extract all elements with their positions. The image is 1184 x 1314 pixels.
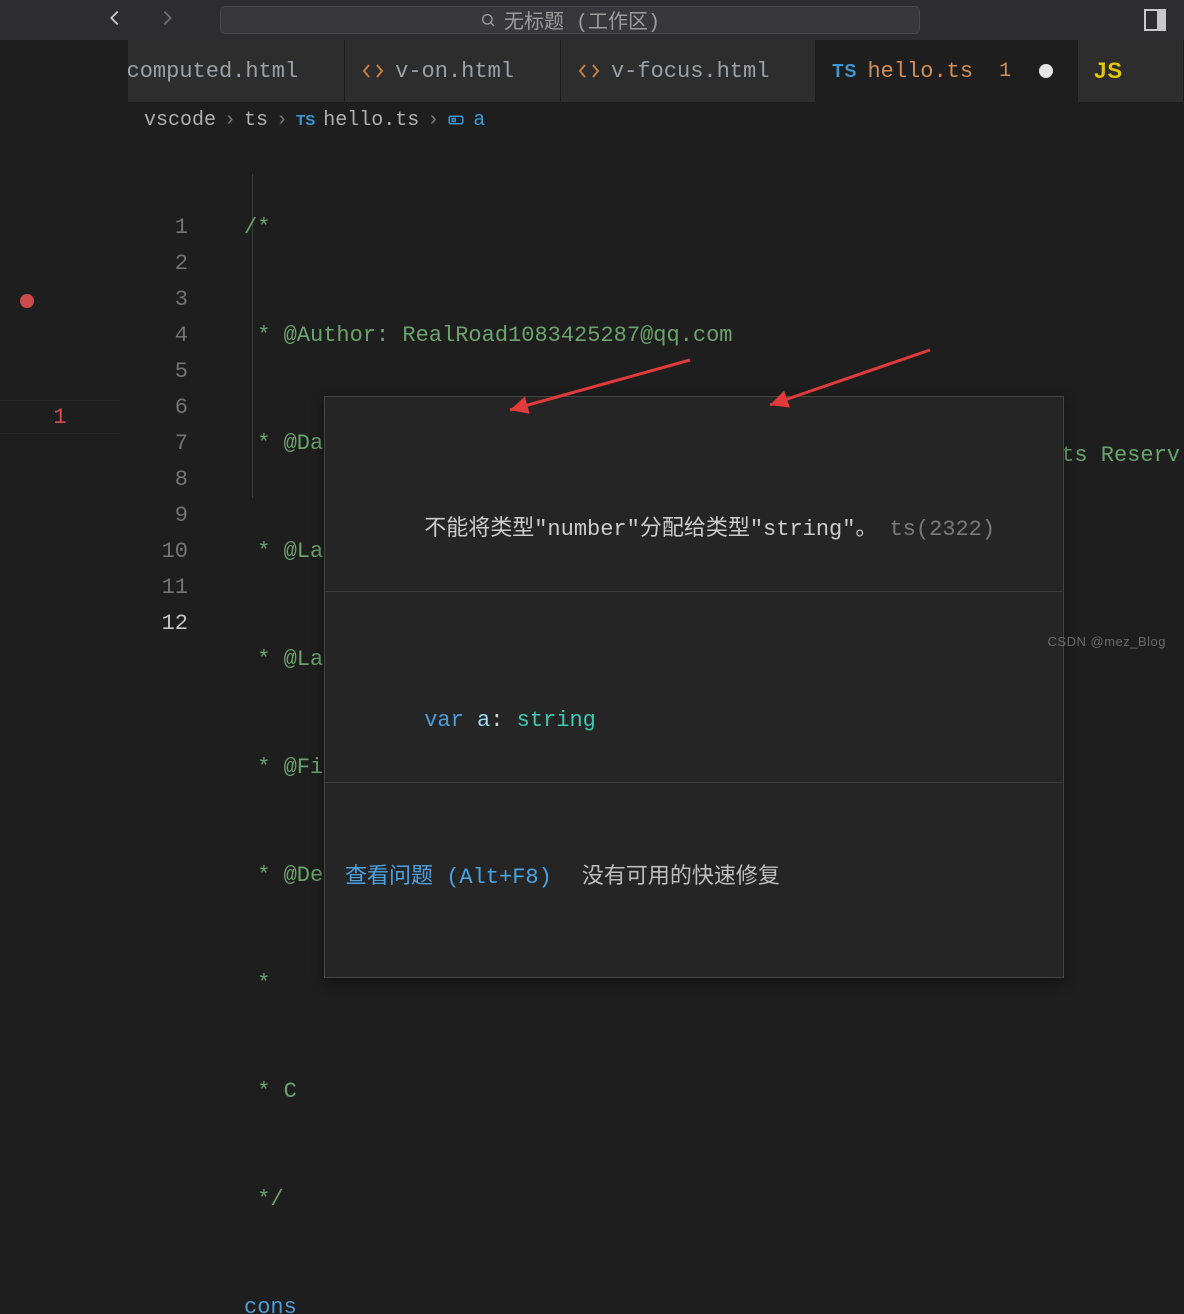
editor-tabs: ··· ue_computed.html v-on.html v-focus.h… xyxy=(0,40,1184,102)
truncated-comment-text: hts Reserv xyxy=(1048,438,1180,474)
search-icon xyxy=(480,12,496,28)
overview-ruler-error[interactable]: 1 xyxy=(0,400,120,434)
breadcrumb[interactable]: vscode › ts › TS hello.ts › a xyxy=(128,102,1184,138)
tab-js[interactable]: JS xyxy=(1078,40,1184,102)
title-bar: 无标题 (工作区) xyxy=(0,0,1184,40)
js-icon: JS xyxy=(1094,58,1123,84)
breadcrumb-file[interactable]: hello.ts xyxy=(323,109,419,132)
tab-label: hello.ts xyxy=(867,59,973,84)
breadcrumb-folder[interactable]: vscode xyxy=(144,109,216,132)
line-numbers: 123456789101112 xyxy=(128,138,216,657)
ts-icon: TS xyxy=(296,112,315,129)
tab-v-focus[interactable]: v-focus.html xyxy=(561,40,816,102)
tab-error-count: 1 xyxy=(983,60,1011,83)
tab-v-on[interactable]: v-on.html xyxy=(345,40,561,102)
sidebar-gutter: 1 xyxy=(0,40,128,657)
hover-tooltip: 不能将类型"number"分配给类型"string"。ts(2322) var … xyxy=(324,396,1064,978)
hover-signature: var a: string xyxy=(325,660,1063,783)
forward-button[interactable] xyxy=(156,7,178,34)
watermark: CSDN @mez_Blog xyxy=(1048,634,1166,649)
tab-label: v-on.html xyxy=(395,59,514,84)
layout-panel-icon[interactable] xyxy=(1144,9,1166,31)
tab-label: v-focus.html xyxy=(611,59,769,84)
tab-hello-ts[interactable]: TS hello.ts 1 xyxy=(816,40,1078,102)
unsaved-dot-icon xyxy=(1039,64,1053,78)
chevron-right-icon: › xyxy=(427,109,439,132)
breakpoint-icon[interactable] xyxy=(20,294,34,308)
html-icon xyxy=(577,59,601,83)
chevron-right-icon: › xyxy=(276,109,288,132)
chevron-right-icon: › xyxy=(224,109,236,132)
view-problem-link[interactable]: 查看问题 (Alt+F8) xyxy=(345,861,552,895)
hover-message: 不能将类型"number"分配给类型"string"。ts(2322) xyxy=(325,465,1063,592)
no-quickfix-label: 没有可用的快速修复 xyxy=(582,861,780,895)
html-icon xyxy=(361,59,385,83)
ts-icon: TS xyxy=(832,61,857,82)
command-center[interactable]: 无标题 (工作区) xyxy=(220,6,920,34)
breadcrumb-symbol[interactable]: a xyxy=(473,109,485,132)
command-center-text: 无标题 (工作区) xyxy=(504,5,660,35)
nav-arrows xyxy=(0,7,202,34)
variable-icon xyxy=(447,111,465,129)
back-button[interactable] xyxy=(104,7,126,34)
breadcrumb-folder[interactable]: ts xyxy=(244,109,268,132)
code-editor[interactable]: 123456789101112 /* * @Author: RealRoad10… xyxy=(128,138,1184,657)
diagnostic-code: ts(2322) xyxy=(877,517,995,542)
hover-actions: 查看问题 (Alt+F8) 没有可用的快速修复 xyxy=(325,851,1063,909)
